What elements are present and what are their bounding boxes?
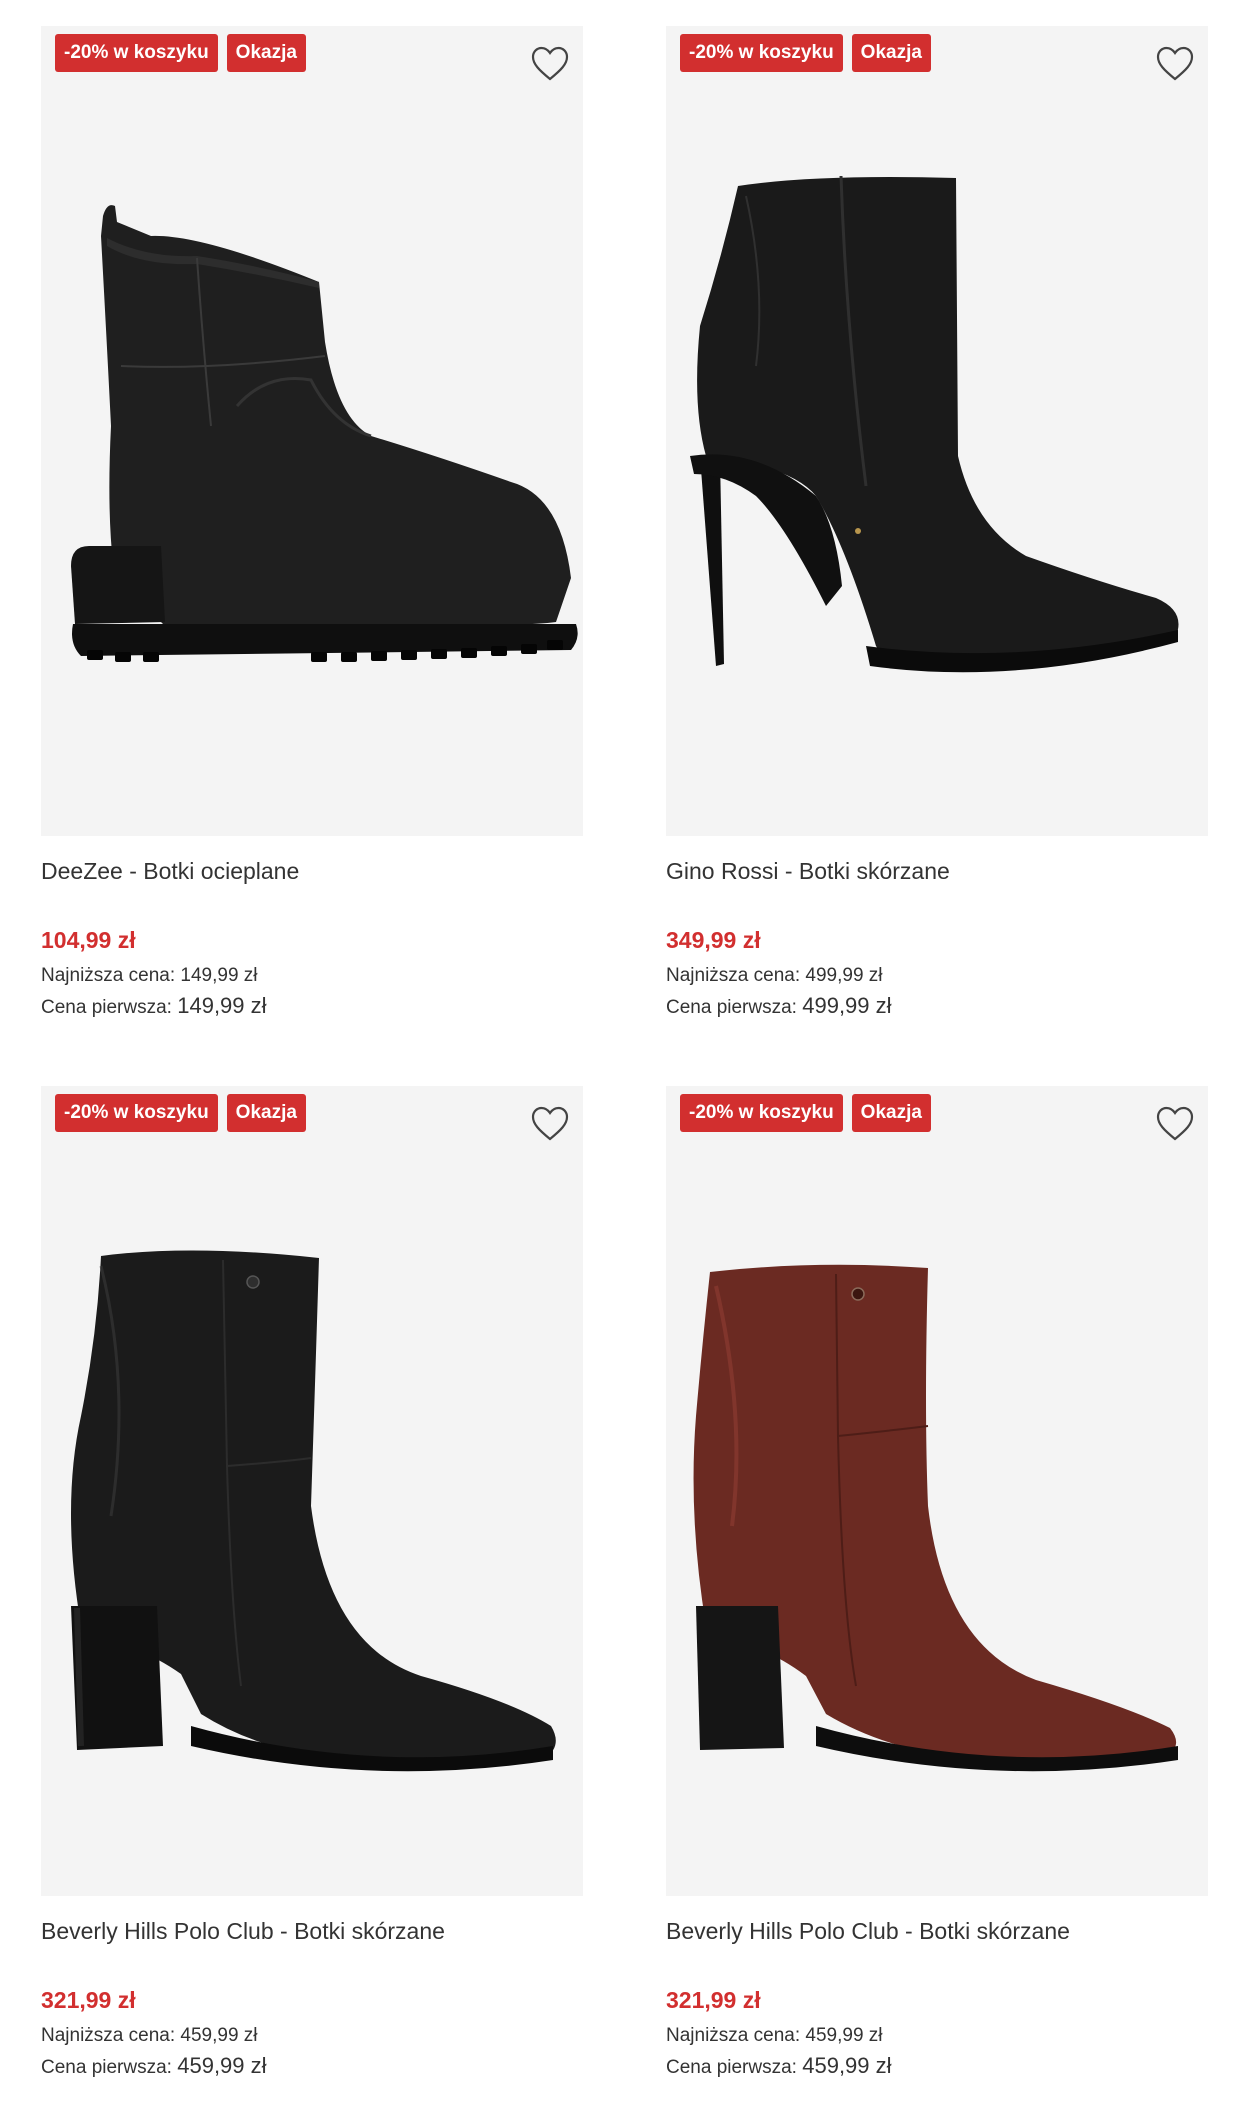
lowest-price-row: Najniższa cena: 499,99 zł (666, 961, 1208, 991)
original-price-row: Cena pierwsza: 149,99 zł (41, 991, 583, 1023)
lowest-price-value: 499,99 zł (805, 965, 883, 986)
product-card[interactable]: -20% w koszyku Okazja Beverly Hills Polo… (666, 1086, 1208, 2083)
original-price-row: Cena pierwsza: 499,99 zł (666, 991, 1208, 1023)
sale-price: 321,99 zł (666, 1987, 761, 2013)
sale-price: 321,99 zł (41, 1987, 136, 2013)
sale-price: 104,99 zł (41, 927, 136, 953)
badge-group: -20% w koszyku Okazja (55, 34, 306, 72)
product-image[interactable]: -20% w koszyku Okazja (666, 1086, 1208, 1896)
product-card[interactable]: -20% w koszyku Okazja Gino Rossi - Botki… (666, 26, 1208, 1023)
original-price-row: Cena pierwsza: 459,99 zł (666, 2051, 1208, 2083)
lowest-price-row: Najniższa cena: 149,99 zł (41, 961, 583, 991)
original-price-value: 499,99 zł (802, 993, 892, 1018)
deal-badge: Okazja (851, 34, 931, 72)
heart-icon[interactable] (531, 46, 569, 82)
discount-badge: -20% w koszyku (680, 1094, 843, 1132)
original-price-label: Cena pierwsza: (666, 2057, 797, 2078)
product-card[interactable]: -20% w koszyku Okazja Beverly Hills Polo… (41, 1086, 583, 2083)
lowest-price-value: 149,99 zł (180, 965, 258, 986)
lowest-price-label: Najniższa cena: (41, 2025, 176, 2046)
sale-price: 349,99 zł (666, 927, 761, 953)
lowest-price-value: 459,99 zł (180, 2025, 258, 2046)
product-photo (71, 205, 578, 662)
original-price-value: 459,99 zł (802, 2053, 892, 2078)
product-title[interactable]: Beverly Hills Polo Club - Botki skórzane (41, 1915, 583, 1947)
original-price-row: Cena pierwsza: 459,99 zł (41, 2051, 583, 2083)
deal-badge: Okazja (851, 1094, 931, 1132)
original-price-label: Cena pierwsza: (666, 997, 797, 1018)
discount-badge: -20% w koszyku (55, 34, 218, 72)
product-card[interactable]: -20% w koszyku Okazja DeeZee - Botki oci… (41, 26, 583, 1023)
deal-badge: Okazja (226, 1094, 306, 1132)
badge-group: -20% w koszyku Okazja (55, 1094, 306, 1132)
badge-group: -20% w koszyku Okazja (680, 34, 931, 72)
lowest-price-label: Najniższa cena: (666, 965, 801, 986)
product-photo (71, 1250, 556, 1772)
product-title[interactable]: Beverly Hills Polo Club - Botki skórzane (666, 1915, 1208, 1947)
lowest-price-row: Najniższa cena: 459,99 zł (666, 2021, 1208, 2051)
lowest-price-label: Najniższa cena: (41, 965, 176, 986)
deal-badge: Okazja (226, 34, 306, 72)
lowest-price-label: Najniższa cena: (666, 2025, 801, 2046)
product-grid: -20% w koszyku Okazja DeeZee - Botki oci… (0, 0, 1250, 2123)
product-title[interactable]: Gino Rossi - Botki skórzane (666, 855, 1208, 887)
badge-group: -20% w koszyku Okazja (680, 1094, 931, 1132)
product-image[interactable]: -20% w koszyku Okazja (41, 1086, 583, 1896)
original-price-value: 149,99 zł (177, 993, 267, 1018)
product-photo (693, 1264, 1178, 1772)
lowest-price-row: Najniższa cena: 459,99 zł (41, 2021, 583, 2051)
original-price-label: Cena pierwsza: (41, 997, 172, 1018)
discount-badge: -20% w koszyku (680, 34, 843, 72)
original-price-label: Cena pierwsza: (41, 2057, 172, 2078)
product-image[interactable]: -20% w koszyku Okazja (666, 26, 1208, 836)
discount-badge: -20% w koszyku (55, 1094, 218, 1132)
product-title[interactable]: DeeZee - Botki ocieplane (41, 855, 583, 887)
heart-icon[interactable] (1156, 46, 1194, 82)
heart-icon[interactable] (1156, 1106, 1194, 1142)
lowest-price-value: 459,99 zł (805, 2025, 883, 2046)
product-image[interactable]: -20% w koszyku Okazja (41, 26, 583, 836)
original-price-value: 459,99 zł (177, 2053, 267, 2078)
product-photo (690, 175, 1179, 673)
heart-icon[interactable] (531, 1106, 569, 1142)
